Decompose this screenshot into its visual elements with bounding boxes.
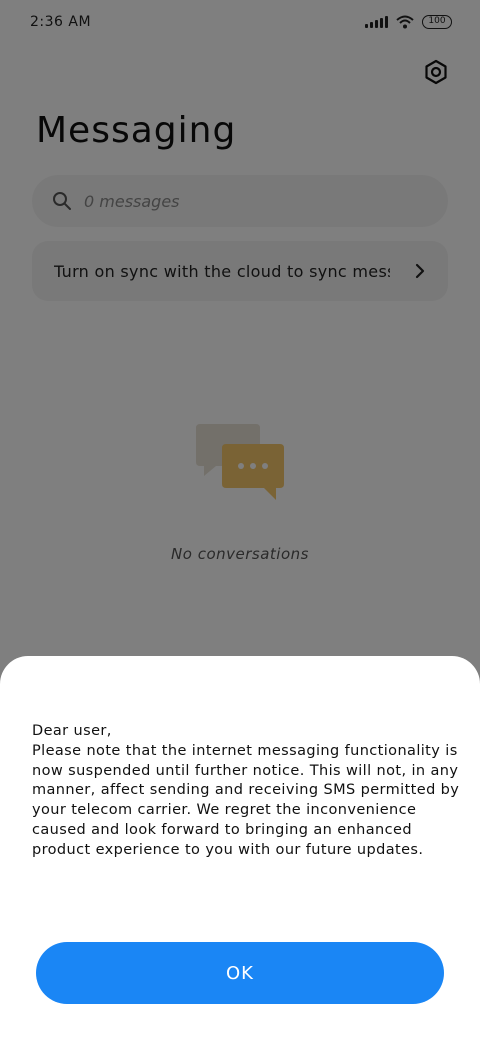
dialog-message: Dear user, Please note that the internet… xyxy=(32,722,470,861)
dialog-greeting: Dear user, xyxy=(32,723,112,739)
dialog-body: Please note that the internet messaging … xyxy=(32,742,460,858)
ok-button[interactable]: OK xyxy=(36,942,444,1004)
notice-dialog: Dear user, Please note that the internet… xyxy=(0,656,480,1040)
